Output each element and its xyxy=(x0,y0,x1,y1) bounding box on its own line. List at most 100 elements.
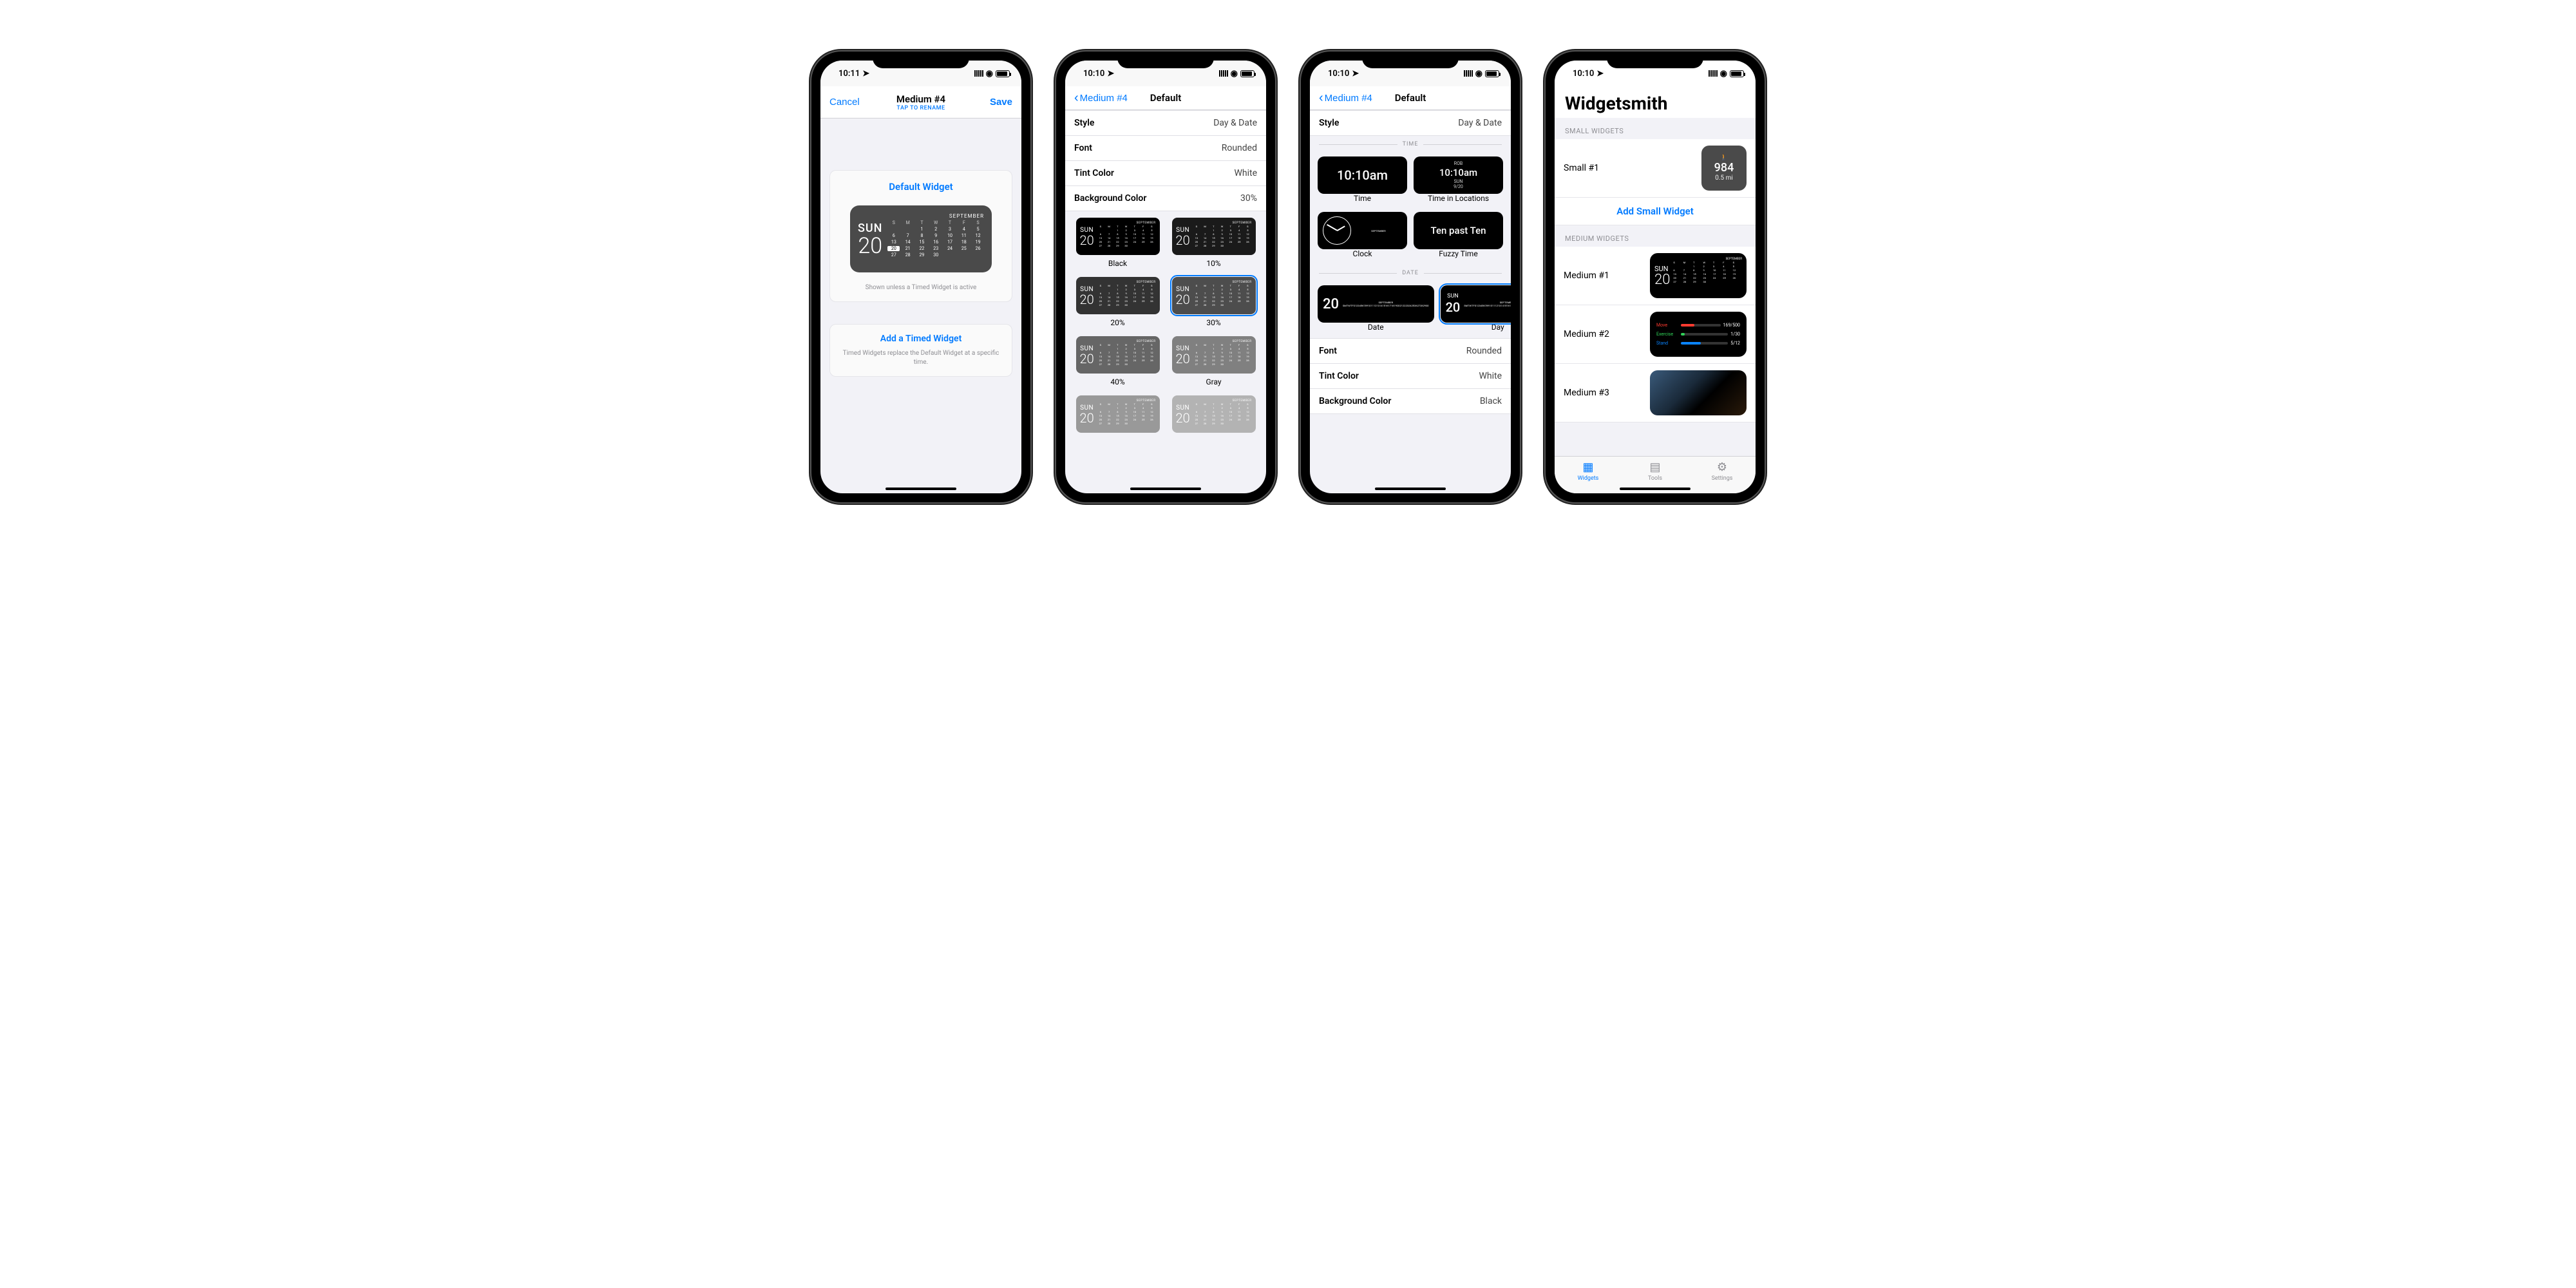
settings-rows-3: FontRoundedTint ColorWhiteBackground Col… xyxy=(1310,338,1511,414)
nav-bar: ‹Medium #4 Default xyxy=(1065,86,1266,110)
wifi-icon: ◉ xyxy=(986,69,993,79)
group-header-time: TIME xyxy=(1319,136,1502,150)
clock-face-icon xyxy=(1323,216,1351,245)
notch xyxy=(873,52,969,68)
home-indicator[interactable] xyxy=(1375,488,1446,490)
bg-swatch[interactable]: SUN20SEPTEMBERSMTWTFS1234567891011121314… xyxy=(1169,395,1258,437)
battery-icon xyxy=(1485,70,1499,77)
style-option-clock[interactable]: SEPTEMBERClock xyxy=(1318,212,1407,258)
add-small-widget-button[interactable]: Add Small Widget xyxy=(1555,198,1756,225)
nav-bar: Cancel Medium #4 TAP TO RENAME Save xyxy=(820,86,1021,118)
style-option-time-locations[interactable]: ROB10:10amSUN 9/20Time in Locations xyxy=(1414,156,1503,203)
gear-icon: ⚙ xyxy=(1717,460,1727,474)
cancel-button[interactable]: Cancel xyxy=(829,97,860,108)
battery-icon xyxy=(996,70,1010,77)
card-title: Default Widget xyxy=(837,181,1005,193)
mini-cal: SEPTEMBERSMTWTFS123456789101112131415161… xyxy=(1343,301,1429,307)
chevron-left-icon: ‹ xyxy=(1074,91,1079,104)
home-indicator[interactable] xyxy=(1620,488,1690,490)
wifi-icon: ◉ xyxy=(1475,69,1482,79)
notch xyxy=(1117,52,1214,68)
timed-sub: Timed Widgets replace the Default Widget… xyxy=(840,349,1001,367)
status-time: 10:11 xyxy=(838,69,860,79)
location-icon: ➤ xyxy=(1107,69,1114,79)
signal-icon xyxy=(1464,70,1473,77)
group-header-date: DATE xyxy=(1319,265,1502,279)
setting-row[interactable]: StyleDay & Date xyxy=(1310,110,1511,136)
tools-icon: ▤ xyxy=(1649,460,1660,474)
list-item-medium-2[interactable]: Medium #2 Move169/500 Exercise1/30 Stand… xyxy=(1555,305,1756,364)
status-time: 10:10 xyxy=(1328,69,1349,79)
bg-swatch[interactable]: SUN20SEPTEMBERSMTWTFS1234567891011121314… xyxy=(1169,218,1258,268)
signal-icon xyxy=(1709,70,1718,77)
signal-icon xyxy=(974,70,983,77)
cal-grid-1: SMTWTFS123456789101112131415161718192021… xyxy=(887,220,984,258)
medium-widget-preview: SUN20 SEPTEMBERSMTWTFS123456789101112131… xyxy=(1650,253,1747,298)
wifi-icon: ◉ xyxy=(1720,69,1727,79)
back-button[interactable]: ‹Medium #4 xyxy=(1074,91,1128,104)
cal-grid-4: SMTWTFS123456789101112131415161718192021… xyxy=(1673,261,1742,283)
notch xyxy=(1607,52,1703,68)
setting-row[interactable]: StyleDay & Date xyxy=(1065,110,1266,136)
phone-4: 10:10➤ ◉ Widgetsmith SMALL WIDGETS Small… xyxy=(1546,52,1765,502)
tab-tools[interactable]: ▤Tools xyxy=(1622,460,1689,482)
setting-row[interactable]: Tint ColorWhite xyxy=(1310,364,1511,389)
save-button[interactable]: Save xyxy=(990,97,1012,108)
bg-swatch[interactable]: SUN20SEPTEMBERSMTWTFS1234567891011121314… xyxy=(1073,277,1162,327)
style-option-fuzzy[interactable]: Ten past TenFuzzy Time xyxy=(1414,212,1503,258)
widget-preview: SUN20 SEPTEMBERSMTWTFS123456789101112131… xyxy=(850,205,992,272)
list-item-medium-1[interactable]: Medium #1 SUN20 SEPTEMBERSMTWTFS12345678… xyxy=(1555,247,1756,305)
list-item-medium-3[interactable]: Medium #3 xyxy=(1555,364,1756,422)
signal-icon xyxy=(1219,70,1228,77)
bg-swatch[interactable]: SUN20SEPTEMBERSMTWTFS1234567891011121314… xyxy=(1073,395,1162,437)
tab-widgets[interactable]: ▦Widgets xyxy=(1555,460,1622,482)
tab-settings[interactable]: ⚙Settings xyxy=(1689,460,1756,482)
bg-swatch[interactable]: SUN20SEPTEMBERSMTWTFS1234567891011121314… xyxy=(1169,336,1258,386)
setting-row[interactable]: Background ColorBlack xyxy=(1310,389,1511,414)
battery-icon xyxy=(1240,70,1255,77)
preview-daynum: 20 xyxy=(858,235,882,257)
location-icon: ➤ xyxy=(1352,69,1359,79)
activity-widget-preview: Move169/500 Exercise1/30 Stand5/12 xyxy=(1650,312,1747,357)
card-footnote: Shown unless a Timed Widget is active xyxy=(837,284,1005,291)
photo-widget-preview xyxy=(1650,370,1747,415)
setting-row[interactable]: Tint ColorWhite xyxy=(1065,161,1266,186)
nav-bar: ‹Medium #4 Default xyxy=(1310,86,1511,110)
list-item-small-1[interactable]: Small #1 🚶 984 0.5 mi xyxy=(1555,139,1756,198)
setting-row[interactable]: FontRounded xyxy=(1065,136,1266,161)
default-widget-card[interactable]: Default Widget SUN20 SEPTEMBERSMTWTFS123… xyxy=(829,170,1012,302)
location-icon: ➤ xyxy=(1596,69,1604,79)
widgets-icon: ▦ xyxy=(1582,460,1593,474)
chevron-left-icon: ‹ xyxy=(1319,91,1323,104)
page-title: Widgetsmith xyxy=(1555,86,1756,118)
location-icon: ➤ xyxy=(862,69,869,79)
settings-rows-2: StyleDay & DateFontRoundedTint ColorWhit… xyxy=(1065,110,1266,211)
style-option-date[interactable]: 20SEPTEMBERSMTWTFS1234567891011121314151… xyxy=(1318,285,1434,332)
section-header-small: SMALL WIDGETS xyxy=(1555,118,1756,139)
timed-title: Add a Timed Widget xyxy=(840,334,1001,344)
setting-row[interactable]: FontRounded xyxy=(1310,338,1511,364)
setting-row[interactable]: Background Color30% xyxy=(1065,186,1266,211)
home-indicator[interactable] xyxy=(1130,488,1201,490)
small-widget-preview: 🚶 984 0.5 mi xyxy=(1701,146,1747,191)
phone-2: 10:10➤ ◉ ‹Medium #4 Default StyleDay & D… xyxy=(1056,52,1275,502)
bg-swatch[interactable]: SUN20SEPTEMBERSMTWTFS1234567891011121314… xyxy=(1169,277,1258,327)
style-option-day[interactable]: SUN20SEPTEMBERSMTWTFS1234567891011121314… xyxy=(1441,285,1511,332)
preview-month: SEPTEMBER xyxy=(887,213,984,219)
style-option-time[interactable]: 10:10amTime xyxy=(1318,156,1407,203)
status-time: 10:10 xyxy=(1573,69,1594,79)
home-indicator[interactable] xyxy=(886,488,956,490)
bg-swatch[interactable]: SUN20SEPTEMBERSMTWTFS1234567891011121314… xyxy=(1073,336,1162,386)
phone-3: 10:10➤ ◉ ‹Medium #4 Default StyleDay & D… xyxy=(1301,52,1520,502)
notch xyxy=(1362,52,1459,68)
walk-icon: 🚶 xyxy=(1720,155,1727,161)
status-time: 10:10 xyxy=(1083,69,1104,79)
wifi-icon: ◉ xyxy=(1231,69,1238,79)
mini-cal: SEPTEMBERSMTWTFS123456789101112131415161… xyxy=(1464,301,1511,307)
section-header-medium: MEDIUM WIDGETS xyxy=(1555,225,1756,247)
back-button[interactable]: ‹Medium #4 xyxy=(1319,91,1372,104)
swatch-grid: SUN20SEPTEMBERSMTWTFS1234567891011121314… xyxy=(1065,211,1266,443)
timed-widget-card[interactable]: Add a Timed Widget Timed Widgets replace… xyxy=(829,324,1012,377)
battery-icon xyxy=(1730,70,1744,77)
bg-swatch[interactable]: SUN20SEPTEMBERSMTWTFS1234567891011121314… xyxy=(1073,218,1162,268)
